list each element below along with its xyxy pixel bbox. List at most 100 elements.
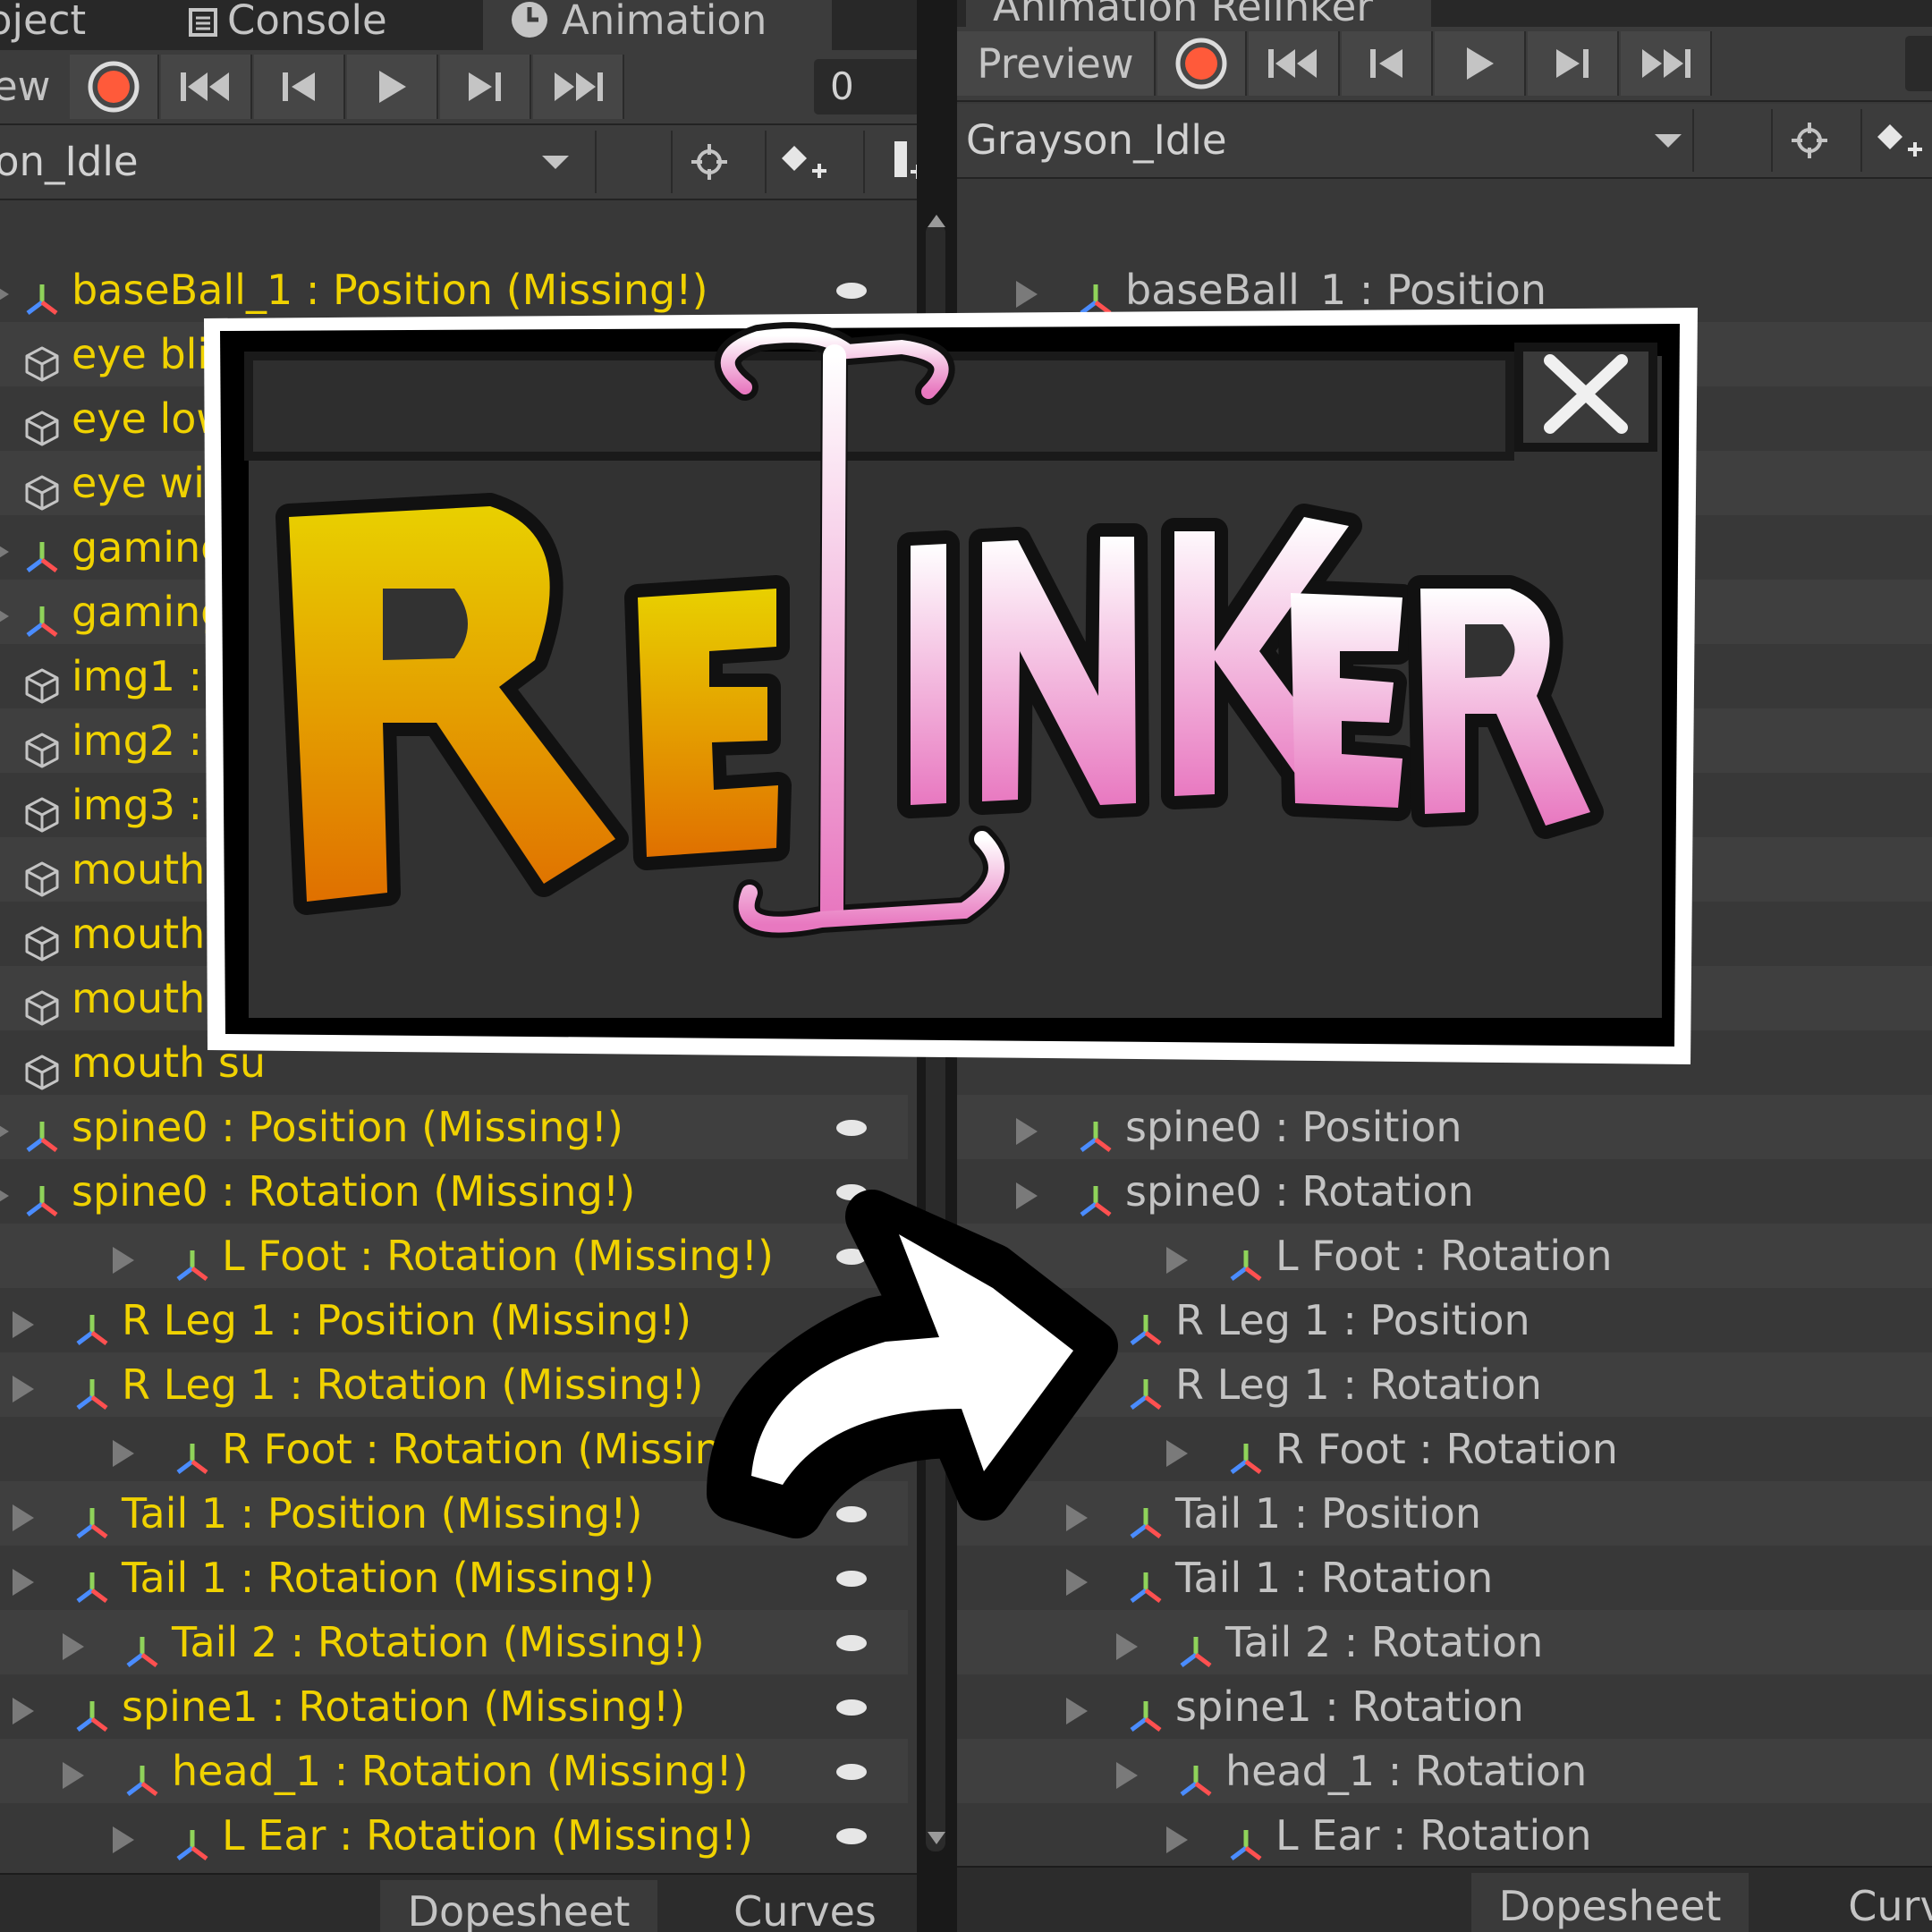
property-row[interactable]: spine0 : Position (Missing!) xyxy=(0,1095,908,1159)
record-button[interactable] xyxy=(1157,31,1247,96)
expand-arrow-icon[interactable] xyxy=(0,538,9,565)
tab-curves[interactable]: Curves xyxy=(666,1880,917,1932)
transform-icon xyxy=(23,1174,61,1216)
transform-icon xyxy=(1127,1560,1165,1603)
visibility-toggle[interactable] xyxy=(836,1699,867,1716)
transform-icon xyxy=(1177,1753,1215,1796)
tab-console[interactable]: Console xyxy=(183,0,479,50)
cube-icon xyxy=(23,658,61,704)
expand-arrow-icon[interactable] xyxy=(63,1762,84,1789)
visibility-toggle[interactable] xyxy=(836,1571,867,1587)
first-key-button[interactable] xyxy=(161,55,252,119)
clip-options-button[interactable] xyxy=(1692,109,1767,172)
expand-arrow-icon[interactable] xyxy=(1116,1762,1138,1789)
expand-arrow-icon[interactable] xyxy=(13,1504,34,1531)
cube-icon xyxy=(23,916,61,962)
add-keyframe-button[interactable] xyxy=(765,131,840,193)
property-name: Tail 2 : Rotation xyxy=(1225,1618,1544,1666)
expand-arrow-icon[interactable] xyxy=(113,1247,134,1274)
transform-icon xyxy=(1127,1367,1165,1410)
add-keyframe-button[interactable] xyxy=(1860,109,1932,172)
expand-arrow-icon[interactable] xyxy=(1166,1440,1188,1467)
tab-dopesheet-label: Dopesheet xyxy=(407,1887,631,1932)
chevron-down-icon xyxy=(542,156,569,169)
tab-dopesheet[interactable]: Dopesheet xyxy=(1471,1873,1749,1932)
property-name: spine0 : Rotation xyxy=(1125,1167,1474,1216)
add-event-button[interactable] xyxy=(863,131,917,193)
clip-name: on_Idle xyxy=(0,138,139,185)
property-row[interactable]: spine0 : Position xyxy=(957,1095,1932,1159)
expand-arrow-icon[interactable] xyxy=(1166,1826,1188,1853)
visibility-toggle[interactable] xyxy=(836,1635,867,1651)
tab-curves[interactable]: Curv xyxy=(1758,1873,1932,1932)
next-key-button[interactable] xyxy=(1528,31,1619,96)
first-key-button[interactable] xyxy=(1249,31,1340,96)
expand-arrow-icon[interactable] xyxy=(0,1182,9,1209)
expand-arrow-icon[interactable] xyxy=(0,281,9,308)
add-keyframe-target-button[interactable] xyxy=(1771,109,1846,172)
tab-project[interactable]: oject xyxy=(0,0,170,50)
frame-field[interactable] xyxy=(1905,36,1932,91)
property-row[interactable]: Tail 2 : Rotation xyxy=(957,1610,1932,1674)
expand-arrow-icon[interactable] xyxy=(0,1118,9,1145)
console-icon xyxy=(188,4,218,37)
expand-arrow-icon[interactable] xyxy=(1016,1118,1038,1145)
clip-options-button[interactable] xyxy=(595,131,670,193)
transform-icon xyxy=(73,1367,111,1410)
visibility-toggle[interactable] xyxy=(836,1828,867,1844)
property-row[interactable]: L Ear : Rotation xyxy=(957,1803,1932,1868)
property-row[interactable]: head_1 : Rotation (Missing!) xyxy=(0,1739,908,1803)
expand-arrow-icon[interactable] xyxy=(13,1376,34,1402)
tab-console-label: Console xyxy=(227,0,387,44)
expand-arrow-icon[interactable] xyxy=(1066,1569,1088,1596)
close-button[interactable] xyxy=(1514,343,1657,452)
visibility-toggle[interactable] xyxy=(836,1120,867,1136)
last-key-button[interactable] xyxy=(1621,31,1712,96)
expand-arrow-icon[interactable] xyxy=(13,1698,34,1724)
preview-button[interactable]: Preview xyxy=(957,31,1156,96)
property-name: head_1 : Rotation xyxy=(1225,1747,1588,1795)
clip-row: Grayson_Idle xyxy=(957,104,1932,179)
scroll-up-arrow-icon[interactable] xyxy=(928,215,945,227)
property-row[interactable]: head_1 : Rotation xyxy=(957,1739,1932,1803)
expand-arrow-icon[interactable] xyxy=(113,1440,134,1467)
prev-key-button[interactable] xyxy=(1342,31,1433,96)
next-key-button[interactable] xyxy=(440,55,531,119)
frame-field[interactable]: 0 xyxy=(814,59,917,114)
visibility-toggle[interactable] xyxy=(836,1764,867,1780)
transform-icon xyxy=(73,1302,111,1345)
preview-button[interactable]: ew xyxy=(0,50,51,123)
scroll-down-arrow-icon[interactable] xyxy=(928,1832,945,1844)
tab-animation-label: Animation xyxy=(562,0,767,44)
expand-arrow-icon[interactable] xyxy=(1166,1247,1188,1274)
record-icon xyxy=(88,61,140,113)
expand-arrow-icon[interactable] xyxy=(1116,1633,1138,1660)
play-icon xyxy=(379,71,406,103)
property-row[interactable]: spine1 : Rotation (Missing!) xyxy=(0,1674,908,1739)
tab-dopesheet[interactable]: Dopesheet xyxy=(380,1880,657,1932)
visibility-toggle[interactable] xyxy=(836,283,867,299)
expand-arrow-icon[interactable] xyxy=(13,1569,34,1596)
expand-arrow-icon[interactable] xyxy=(113,1826,134,1853)
property-row[interactable]: spine1 : Rotation xyxy=(957,1674,1932,1739)
tab-animation[interactable]: Animation xyxy=(483,0,832,50)
preview-label: ew xyxy=(0,63,51,110)
expand-arrow-icon[interactable] xyxy=(1066,1698,1088,1724)
property-row[interactable]: Tail 2 : Rotation (Missing!) xyxy=(0,1610,908,1674)
play-button[interactable] xyxy=(1435,31,1526,96)
transform-icon xyxy=(123,1753,161,1796)
play-button[interactable] xyxy=(347,55,438,119)
clip-selector[interactable]: on_Idle xyxy=(0,125,585,199)
expand-arrow-icon[interactable] xyxy=(0,603,9,630)
last-key-button[interactable] xyxy=(533,55,624,119)
property-name: R Leg 1 : Position (Missing!) xyxy=(122,1296,692,1344)
property-row[interactable]: L Ear : Rotation (Missing!) xyxy=(0,1803,908,1868)
add-keyframe-target-button[interactable] xyxy=(671,131,746,193)
clock-icon xyxy=(510,0,549,39)
expand-arrow-icon[interactable] xyxy=(13,1311,34,1338)
crosshair-icon xyxy=(1792,123,1827,158)
expand-arrow-icon[interactable] xyxy=(63,1633,84,1660)
record-button[interactable] xyxy=(70,55,159,119)
clip-selector[interactable]: Grayson_Idle xyxy=(966,104,1682,177)
prev-key-button[interactable] xyxy=(254,55,345,119)
